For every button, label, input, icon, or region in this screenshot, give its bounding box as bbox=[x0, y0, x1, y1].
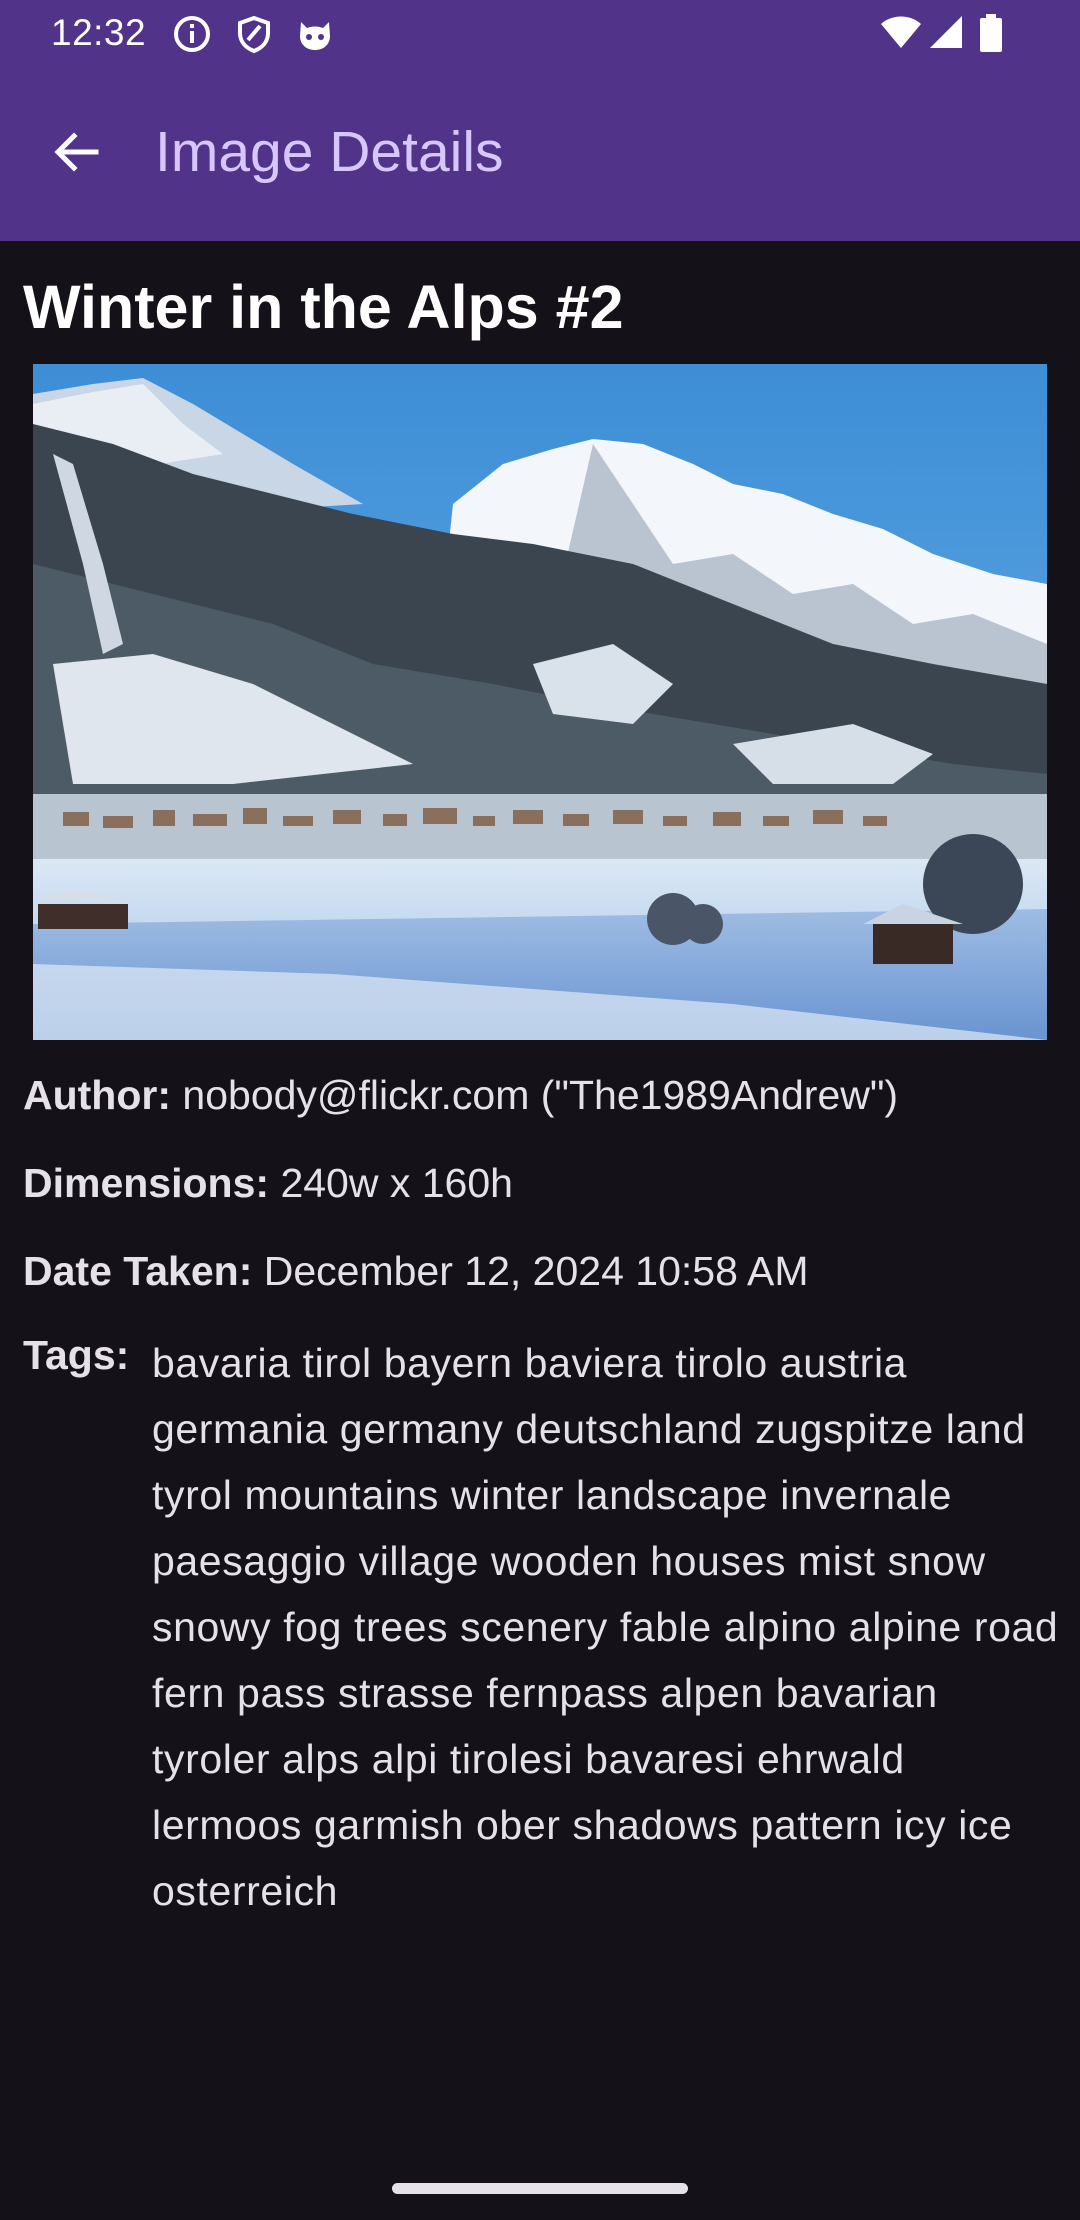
tags-label: Tags: bbox=[23, 1332, 130, 1378]
signal-icon bbox=[930, 16, 962, 48]
wifi-icon bbox=[881, 16, 921, 48]
date-taken-value: December 12, 2024 10:58 AM bbox=[252, 1248, 809, 1294]
dimensions-value: 240w x 160h bbox=[269, 1160, 513, 1206]
status-bar: 12:32 bbox=[0, 0, 1080, 66]
dimensions-row: Dimensions: 240w x 160h bbox=[23, 1160, 513, 1207]
date-taken-label: Date Taken: bbox=[23, 1248, 253, 1294]
cat-notification-icon bbox=[300, 22, 330, 50]
tags-value: bavaria tirol bayern baviera tirolo aust… bbox=[152, 1340, 1059, 1914]
author-row: Author: nobody@flickr.com ("The1989Andre… bbox=[23, 1072, 898, 1119]
date-taken-row: Date Taken: December 12, 2024 10:58 AM bbox=[23, 1248, 809, 1295]
arrow-back-icon[interactable] bbox=[44, 120, 108, 184]
dimensions-label: Dimensions: bbox=[23, 1160, 270, 1206]
image-photo bbox=[33, 364, 1047, 1040]
info-icon bbox=[174, 16, 210, 52]
author-value: nobody@flickr.com ("The1989Andrew") bbox=[171, 1072, 899, 1118]
author-label: Author: bbox=[23, 1072, 172, 1118]
toolbar-title: Image Details bbox=[155, 120, 504, 184]
gesture-home-bar[interactable] bbox=[392, 2183, 688, 2194]
battery-icon bbox=[980, 14, 1002, 52]
status-time: 12:32 bbox=[51, 12, 147, 53]
shield-icon bbox=[238, 15, 270, 54]
image-title: Winter in the Alps #2 bbox=[23, 273, 624, 341]
